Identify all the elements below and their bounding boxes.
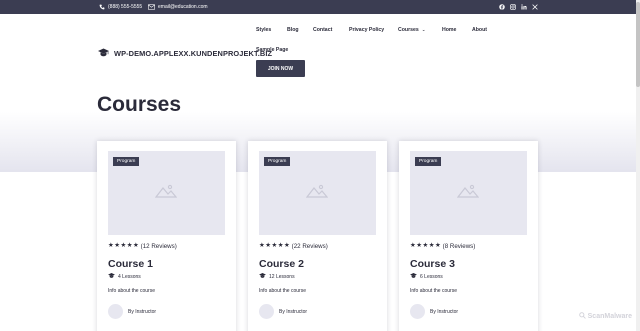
phone-number: (888) 555-5555 — [108, 4, 143, 10]
instructor-name: By Instructor — [128, 308, 157, 315]
program-badge: Program — [415, 157, 442, 166]
image-placeholder-icon — [155, 184, 177, 198]
scrollbar[interactable] — [636, 0, 640, 331]
course-card[interactable]: Program ★ ★ ★ ★ ★ (22 Reviews) Course 2 12 L… — [248, 141, 387, 331]
star-icon: ★ — [132, 242, 139, 250]
image-placeholder-icon — [457, 184, 479, 198]
star-icon: ★ — [271, 242, 278, 250]
star-icon: ★ — [283, 242, 290, 250]
magnifier-icon — [578, 312, 586, 321]
course-rating: ★ ★ ★ ★ ★ (8 Reviews) — [410, 242, 476, 250]
lesson-count: 4 Lessons — [108, 273, 141, 280]
star-icon: ★ — [114, 242, 120, 250]
course-title[interactable]: Course 3 — [410, 258, 455, 270]
nav-privacy-policy[interactable]: Privacy Policy — [349, 27, 384, 33]
avatar — [259, 304, 274, 319]
course-card[interactable]: Program ★ ★ ★ ★ ★ (12 Reviews) Course 1 4 Le… — [97, 141, 236, 331]
review-count: (12 Reviews) — [140, 243, 177, 250]
nav-courses[interactable]: Courses ⌄ — [398, 27, 426, 33]
nav-home[interactable]: Home — [442, 27, 456, 33]
course-title[interactable]: Course 1 — [108, 258, 153, 270]
course-image-placeholder[interactable]: Program — [108, 151, 225, 235]
graduation-cap-icon — [410, 273, 417, 280]
graduation-cap-icon — [108, 273, 115, 280]
star-rating: ★ ★ ★ ★ ★ — [259, 242, 290, 250]
star-icon: ★ — [259, 242, 265, 250]
lesson-count-text: 6 Lessons — [420, 273, 443, 280]
star-icon: ★ — [410, 242, 416, 250]
site-title: WP-DEMO.APPLEXX.KUNDENPROJEKT.BIZ — [114, 48, 273, 58]
lesson-count-text: 12 Lessons — [269, 273, 295, 280]
course-image-placeholder[interactable]: Program — [410, 151, 527, 235]
social-links — [499, 0, 538, 14]
nav-sample-page[interactable]: Sample Page — [256, 47, 288, 53]
course-title[interactable]: Course 2 — [259, 258, 304, 270]
course-info: Info about the course — [108, 288, 155, 294]
review-count: (8 Reviews) — [442, 243, 476, 250]
course-rating: ★ ★ ★ ★ ★ (12 Reviews) — [108, 242, 177, 250]
star-icon: ★ — [428, 242, 435, 250]
email-address: email@education.com — [158, 4, 208, 10]
course-image-placeholder[interactable]: Program — [259, 151, 376, 235]
instructor-name: By Instructor — [430, 308, 459, 315]
star-icon: ★ — [120, 242, 127, 250]
instructor-name: By Instructor — [279, 308, 308, 315]
nav-styles[interactable]: Styles — [256, 27, 271, 33]
x-icon[interactable] — [532, 4, 538, 10]
facebook-icon[interactable] — [499, 4, 505, 10]
star-icon: ★ — [416, 242, 422, 250]
watermark: ScanMalware — [578, 312, 632, 321]
top-bar: (888) 555-5555 email@education.com — [0, 0, 640, 14]
scrollbar-thumb[interactable] — [636, 2, 640, 87]
course-instructor: By Instructor — [108, 304, 156, 319]
lesson-count-text: 4 Lessons — [118, 273, 141, 280]
course-rating: ★ ★ ★ ★ ★ (22 Reviews) — [259, 242, 328, 250]
linkedin-icon[interactable] — [521, 4, 527, 10]
avatar — [410, 304, 425, 319]
lesson-count: 6 Lessons — [410, 273, 443, 280]
image-placeholder-icon — [306, 184, 328, 198]
star-icon: ★ — [265, 242, 271, 250]
envelope-icon — [148, 4, 155, 11]
course-info: Info about the course — [259, 288, 306, 294]
program-badge: Program — [113, 157, 140, 166]
nav-contact[interactable]: Contact — [313, 27, 332, 33]
star-rating: ★ ★ ★ ★ ★ — [108, 242, 139, 250]
graduation-cap-icon — [259, 273, 266, 280]
nav-courses-label: Courses — [398, 27, 419, 33]
course-card[interactable]: Program ★ ★ ★ ★ ★ (8 Reviews) Course 3 6 Les… — [399, 141, 538, 331]
join-now-button[interactable]: JOIN NOW — [256, 60, 305, 77]
star-icon: ★ — [277, 242, 284, 250]
nav-about[interactable]: About — [472, 27, 487, 33]
star-icon: ★ — [422, 242, 429, 250]
avatar — [108, 304, 123, 319]
nav-blog[interactable]: Blog — [287, 27, 299, 33]
watermark-text: ScanMalware — [587, 313, 632, 320]
graduation-cap-icon — [98, 44, 109, 62]
review-count: (22 Reviews) — [291, 243, 328, 250]
email-contact[interactable]: email@education.com — [148, 0, 208, 14]
star-icon: ★ — [108, 242, 114, 250]
site-logo[interactable]: WP-DEMO.APPLEXX.KUNDENPROJEKT.BIZ — [98, 44, 272, 62]
star-icon: ★ — [434, 242, 441, 250]
course-instructor: By Instructor — [259, 304, 307, 319]
program-badge: Program — [264, 157, 291, 166]
page-title: Courses — [97, 93, 182, 116]
course-instructor: By Instructor — [410, 304, 458, 319]
phone-icon — [98, 4, 105, 11]
instagram-icon[interactable] — [510, 4, 516, 10]
lesson-count: 12 Lessons — [259, 273, 295, 280]
course-info: Info about the course — [410, 288, 457, 294]
chevron-down-icon: ⌄ — [421, 27, 426, 32]
phone-contact[interactable]: (888) 555-5555 — [98, 0, 142, 14]
star-rating: ★ ★ ★ ★ ★ — [410, 242, 441, 250]
star-icon: ★ — [126, 242, 133, 250]
